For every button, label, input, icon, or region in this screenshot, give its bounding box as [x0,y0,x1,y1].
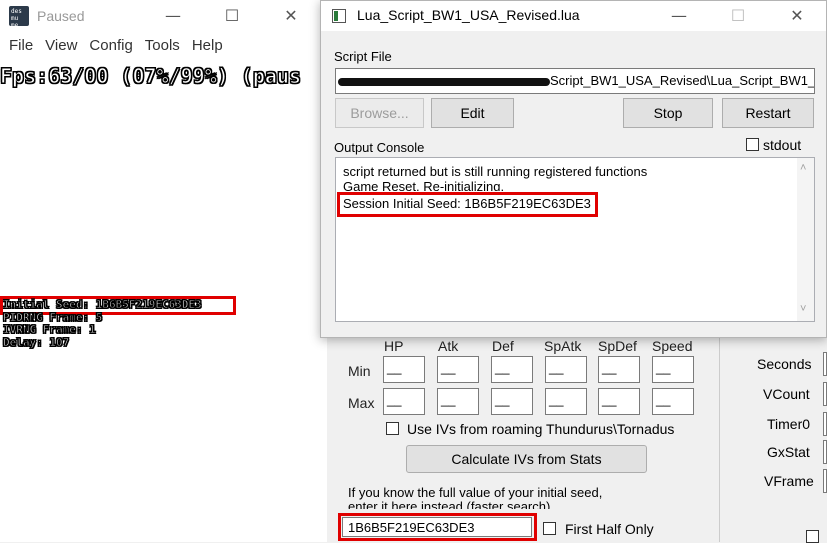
min-hp-input[interactable]: __ [383,356,425,383]
first-half-label: First Half Only [565,521,654,537]
desmume-app-icon: des mu me [9,6,29,29]
session-seed-highlight [337,192,598,217]
header-spatk: SpAtk [544,338,582,354]
max-spdef-input[interactable]: __ [598,388,640,415]
seed-hint-line1: If you know the full value of your initi… [348,485,603,500]
iv-calculator-panel: HP Atk Def SpAtk SpDef Speed Min __ __ _… [327,338,827,543]
script-file-label: Script File [334,49,392,64]
timer0-input[interactable] [823,412,827,436]
lua-window-title: Lua_Script_BW1_USA_Revised.lua [357,7,580,23]
header-def: Def [492,338,514,354]
seed-hint-line2: enter it here instead (faster search) [348,499,551,509]
lua-close-icon[interactable]: ✕ [777,6,817,25]
min-speed-input[interactable]: __ [652,356,694,383]
maximize-icon[interactable]: ☐ [212,6,252,25]
vframe-label: VFrame [764,473,814,489]
menu-file[interactable]: File [9,37,33,54]
lua-minimize-icon[interactable]: — [659,6,699,25]
roaming-checkbox[interactable] [386,422,399,435]
scroll-down-icon[interactable]: ˅ [800,303,806,315]
min-spatk-input[interactable]: __ [545,356,587,383]
menu-tools[interactable]: Tools [145,37,180,54]
lua-window-icon [332,9,346,23]
minimize-icon[interactable]: — [153,6,193,25]
output-console[interactable]: script returned but is still running reg… [335,157,815,322]
overlay-initial-seed: Initial Seed: 1B6B5F219EC63DE3 [3,298,203,311]
browse-button[interactable]: Browse... [335,98,424,128]
lua-titlebar[interactable]: Lua_Script_BW1_USA_Revised.lua — ☐ ✕ [321,1,826,31]
header-hp: HP [384,338,404,354]
redacted-path-mask [338,78,550,86]
edit-button[interactable]: Edit [431,98,514,128]
calculate-ivs-button[interactable]: Calculate IVs from Stats [406,445,647,473]
menu-help[interactable]: Help [192,37,223,54]
output-console-label: Output Console [334,140,425,155]
gxstat-label: GxStat [767,444,810,460]
min-atk-input[interactable]: __ [437,356,479,383]
script-path-field[interactable]: Script_BW1_USA_Revised\Lua_Script_BW1_US [335,68,815,94]
stdout-checkbox[interactable] [746,138,759,151]
menu-config[interactable]: Config [89,37,132,54]
console-line-2: Game Reset, Re-initializing. [343,180,505,191]
vframe-input[interactable] [823,469,827,493]
header-speed: Speed [652,338,693,354]
min-spdef-input[interactable]: __ [598,356,640,383]
fps-overlay: Fps:63/00 (07%/99%) (paus [0,64,302,89]
emulator-window: des mu me Paused — ☐ ✕ File View Config Too… [0,0,327,542]
console-line-1: script returned but is still running reg… [343,164,648,179]
min-label: Min [348,363,371,379]
max-atk-input[interactable]: __ [437,388,479,415]
seconds-input[interactable] [823,352,827,376]
menu-view[interactable]: View [45,37,77,54]
header-spdef: SpDef [598,338,637,354]
emulator-menubar: File View Config Tools Help [0,37,327,59]
stop-button[interactable]: Stop [623,98,713,128]
restart-button[interactable]: Restart [722,98,814,128]
min-def-input[interactable]: __ [491,356,533,383]
emulator-title: Paused [37,8,85,24]
first-half-checkbox[interactable] [543,522,556,535]
gxstat-input[interactable] [823,440,827,464]
vcount-input[interactable] [823,382,827,406]
overlay-ivrng-frame: IVRNG Frame: 1 [3,323,97,336]
roaming-label: Use IVs from roaming Thundurus\Tornadus [407,421,675,437]
max-label: Max [348,395,375,411]
emulator-titlebar[interactable]: des mu me Paused — ☐ ✕ [0,0,327,34]
script-path-text: Script_BW1_USA_Revised\Lua_Script_BW1_US [550,73,815,88]
app-icon-text: des mu me [11,8,22,29]
right-checkbox[interactable] [806,530,819,543]
max-speed-input[interactable]: __ [652,388,694,415]
max-spatk-input[interactable]: __ [545,388,587,415]
header-atk: Atk [438,338,459,354]
lua-maximize-icon[interactable]: ☐ [718,6,758,25]
stdout-label: stdout [763,137,802,153]
timer0-label: Timer0 [767,416,811,432]
overlay-pidrng-frame: PIDRNG Frame: 5 [2,311,103,324]
scroll-up-icon[interactable]: ˄ [800,162,806,174]
overlay-delay: Delay: 107 [2,336,70,349]
vcount-label: VCount [763,386,810,402]
seconds-label: Seconds [757,356,812,372]
max-hp-input[interactable]: __ [383,388,425,415]
console-scrollbar[interactable]: ˄ ˅ [797,158,814,321]
max-def-input[interactable]: __ [491,388,533,415]
close-icon[interactable]: ✕ [271,6,311,25]
lua-script-window: Lua_Script_BW1_USA_Revised.lua — ☐ ✕ Scr… [320,0,827,338]
initial-seed-input[interactable]: 1B6B5F219EC63DE3 [342,517,532,537]
